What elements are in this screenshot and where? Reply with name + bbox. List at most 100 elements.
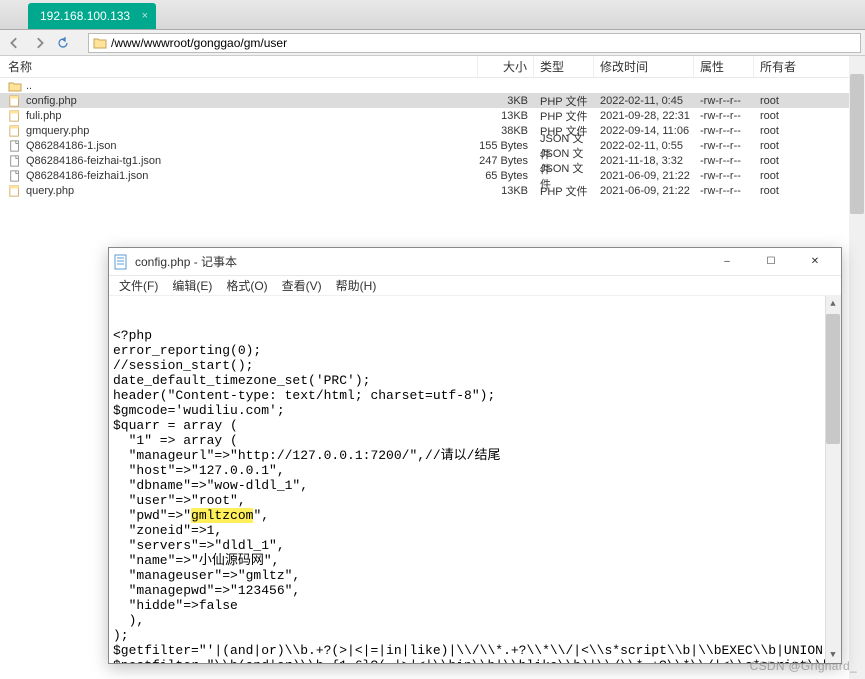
editor-line: "zoneid"=>1,	[113, 523, 837, 538]
editor-line: "servers"=>"dldl_1",	[113, 538, 837, 553]
address-bar: /www/wwwroot/gonggao/gm/user	[0, 30, 865, 56]
maximize-button[interactable]: ☐	[749, 248, 793, 276]
file-row[interactable]: Q86284186-feizhai1.json65 BytesJSON 文件20…	[0, 168, 865, 183]
notepad-menubar: 文件(F) 编辑(E) 格式(O) 查看(V) 帮助(H)	[109, 276, 841, 296]
col-header-modified[interactable]: 修改时间	[594, 56, 694, 77]
editor-scrollbar[interactable]: ▲ ▼	[825, 296, 841, 663]
file-attr: -rw-r--r--	[694, 170, 754, 182]
col-header-name[interactable]: 名称	[0, 56, 478, 77]
tab-bar: 192.168.100.133 ×	[0, 0, 865, 30]
file-row[interactable]: config.php3KBPHP 文件2022-02-11, 0:45-rw-r…	[0, 93, 865, 108]
scroll-up-icon[interactable]: ▲	[825, 296, 841, 312]
notepad-title: config.php - 记事本	[135, 253, 705, 270]
path-input[interactable]: /www/wwwroot/gonggao/gm/user	[88, 33, 861, 53]
path-text: /www/wwwroot/gonggao/gm/user	[111, 36, 287, 50]
menu-format[interactable]: 格式(O)	[220, 275, 273, 296]
editor-line: ),	[113, 613, 837, 628]
watermark: CSDN @Grignard_	[750, 659, 857, 673]
editor-line: $postfilter="\\b(and|or)\\b.{1,6}?(=|>|<…	[113, 658, 837, 663]
file-size: 38KB	[478, 125, 534, 137]
close-button[interactable]: ✕	[793, 248, 837, 276]
editor-line: <?php	[113, 328, 837, 343]
menu-view[interactable]: 查看(V)	[276, 275, 328, 296]
file-type: PHP 文件	[534, 183, 594, 199]
file-row[interactable]: Q86284186-feizhai-tg1.json247 BytesJSON …	[0, 153, 865, 168]
editor-line: );	[113, 628, 837, 643]
file-size: 3KB	[478, 95, 534, 107]
main-scrollbar-thumb[interactable]	[850, 74, 864, 214]
highlighted-text: gmltzcom	[191, 508, 253, 523]
folder-up-icon	[8, 80, 22, 92]
minimize-button[interactable]: –	[705, 248, 749, 276]
file-list: 名称 大小 类型 修改时间 属性 所有者 .. config.php3KBPHP…	[0, 56, 865, 198]
file-size: 155 Bytes	[478, 140, 534, 152]
menu-file[interactable]: 文件(F)	[113, 275, 164, 296]
editor-line: header("Content-type: text/html; charset…	[113, 388, 837, 403]
file-row[interactable]: Q86284186-1.json155 BytesJSON 文件2022-02-…	[0, 138, 865, 153]
folder-icon	[93, 36, 107, 50]
refresh-button[interactable]	[52, 33, 74, 53]
editor-line: "managepwd"=>"123456",	[113, 583, 837, 598]
file-name: Q86284186-feizhai-tg1.json	[26, 155, 161, 167]
file-modified: 2021-11-18, 3:32	[594, 155, 694, 167]
file-size: 13KB	[478, 110, 534, 122]
file-attr: -rw-r--r--	[694, 95, 754, 107]
parent-dir-label: ..	[26, 80, 32, 92]
file-name: Q86284186-1.json	[26, 140, 117, 152]
notepad-editor[interactable]: <?phperror_reporting(0);//session_start(…	[109, 296, 841, 663]
file-modified: 2021-06-09, 21:22	[594, 170, 694, 182]
editor-line: "manageurl"=>"http://127.0.0.1:7200/",//…	[113, 448, 837, 463]
file-name: gmquery.php	[26, 125, 89, 137]
file-name: query.php	[26, 185, 74, 197]
editor-line: "hidde"=>false	[113, 598, 837, 613]
file-attr: -rw-r--r--	[694, 125, 754, 137]
editor-line: $quarr = array (	[113, 418, 837, 433]
file-modified: 2021-09-28, 22:31	[594, 110, 694, 122]
tab-active[interactable]: 192.168.100.133 ×	[28, 3, 156, 29]
menu-help[interactable]: 帮助(H)	[330, 275, 383, 296]
col-header-type[interactable]: 类型	[534, 56, 594, 77]
file-row[interactable]: fuli.php 13KBPHP 文件2021-09-28, 22:31-rw-r…	[0, 108, 865, 123]
editor-line: "manageuser"=>"gmltz",	[113, 568, 837, 583]
file-modified: 2021-06-09, 21:22	[594, 185, 694, 197]
notepad-window: config.php - 记事本 – ☐ ✕ 文件(F) 编辑(E) 格式(O)…	[108, 247, 842, 664]
file-row[interactable]: query.php 13KBPHP 文件2021-06-09, 21:22-rw-…	[0, 183, 865, 198]
file-name: Q86284186-feizhai1.json	[26, 170, 148, 182]
editor-line: $gmcode='wudiliu.com';	[113, 403, 837, 418]
menu-edit[interactable]: 编辑(E)	[166, 275, 218, 296]
editor-line: "host"=>"127.0.0.1",	[113, 463, 837, 478]
file-attr: -rw-r--r--	[694, 140, 754, 152]
file-size: 13KB	[478, 185, 534, 197]
file-size: 247 Bytes	[478, 155, 534, 167]
main-scrollbar[interactable]	[849, 56, 865, 679]
editor-line: date_default_timezone_set('PRC');	[113, 373, 837, 388]
file-name: config.php	[26, 95, 77, 107]
tab-label: 192.168.100.133	[40, 9, 130, 23]
editor-line: "name"=>"小仙源码网",	[113, 553, 837, 568]
editor-line: "pwd"=>"gmltzcom",	[113, 508, 837, 523]
parent-dir-row[interactable]: ..	[0, 78, 865, 93]
file-name: fuli.php	[26, 110, 61, 122]
col-header-size[interactable]: 大小	[478, 56, 534, 77]
back-button[interactable]	[4, 33, 26, 53]
file-attr: -rw-r--r--	[694, 110, 754, 122]
file-type: PHP 文件	[534, 108, 594, 124]
editor-line: "user"=>"root",	[113, 493, 837, 508]
file-list-header: 名称 大小 类型 修改时间 属性 所有者	[0, 56, 865, 78]
file-modified: 2022-02-11, 0:55	[594, 140, 694, 152]
file-size: 65 Bytes	[478, 170, 534, 182]
file-row[interactable]: gmquery.php38KBPHP 文件2022-09-14, 11:06-r…	[0, 123, 865, 138]
notepad-titlebar[interactable]: config.php - 记事本 – ☐ ✕	[109, 248, 841, 276]
editor-scrollbar-thumb[interactable]	[826, 314, 840, 444]
editor-line: //session_start();	[113, 358, 837, 373]
editor-line: "1" => array (	[113, 433, 837, 448]
editor-line: error_reporting(0);	[113, 343, 837, 358]
file-modified: 2022-02-11, 0:45	[594, 95, 694, 107]
forward-button[interactable]	[28, 33, 50, 53]
editor-line: $getfilter="'|(and|or)\\b.+?(>|<|=|in|li…	[113, 643, 837, 658]
notepad-icon	[113, 254, 129, 270]
close-icon[interactable]: ×	[142, 10, 148, 22]
col-header-attr[interactable]: 属性	[694, 56, 754, 77]
file-attr: -rw-r--r--	[694, 155, 754, 167]
file-attr: -rw-r--r--	[694, 185, 754, 197]
